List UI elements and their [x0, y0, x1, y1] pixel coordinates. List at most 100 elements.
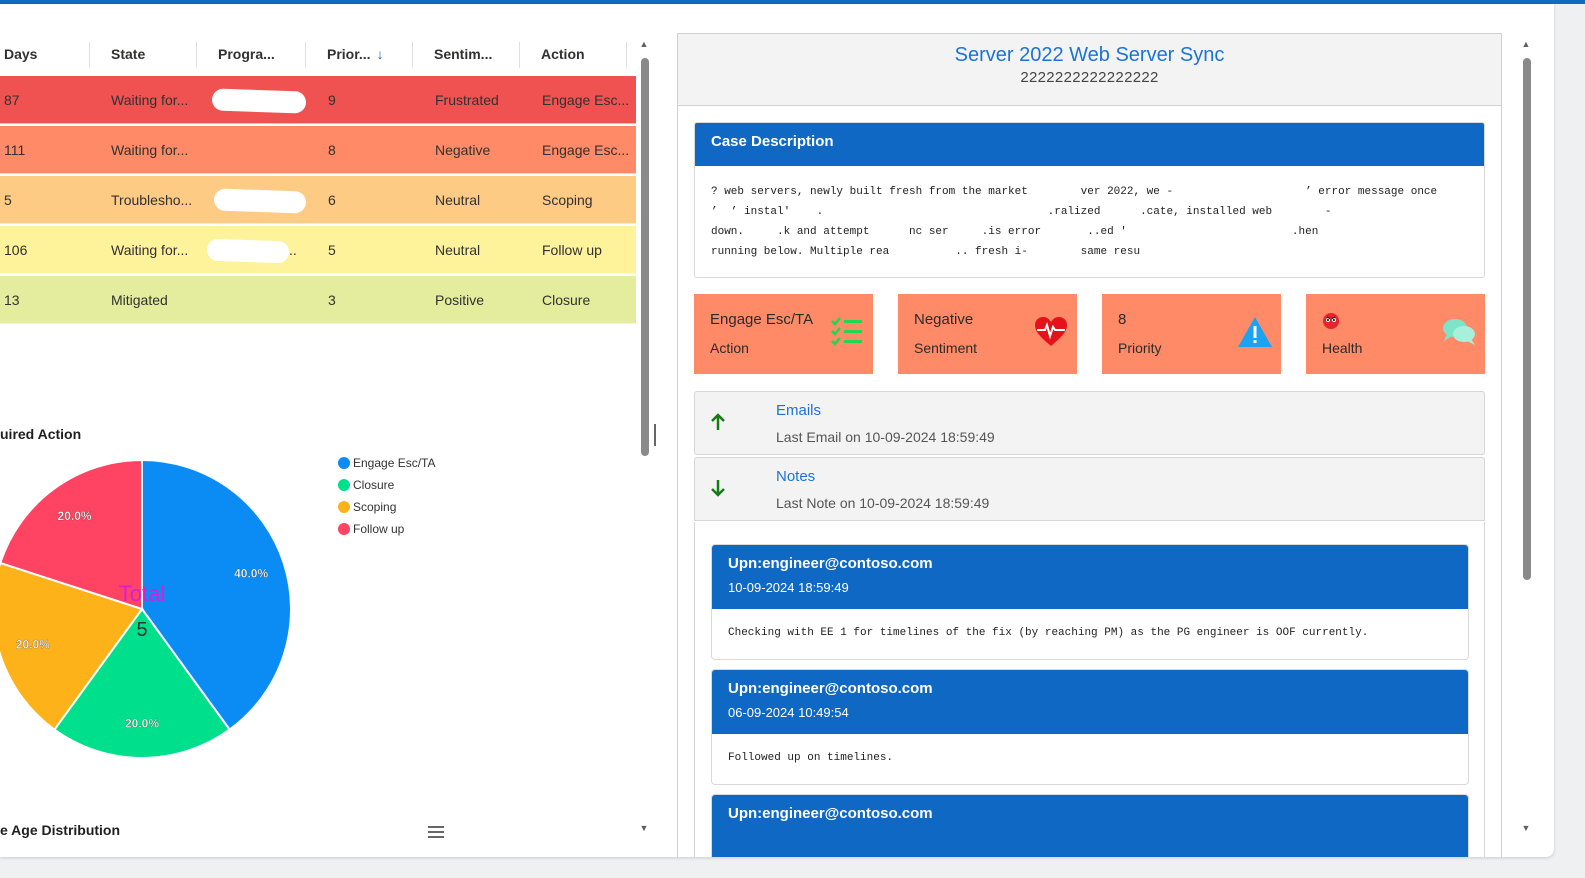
- note-header: Upn:engineer@contoso.com: [712, 795, 1468, 857]
- cell-state: Waiting for...: [111, 142, 189, 158]
- column-header-priority-label: Prior...: [327, 46, 371, 62]
- tile-label: Action: [710, 340, 749, 356]
- emails-last-date: Last Email on 10-09-2024 18:59:49: [776, 429, 995, 445]
- cell-days: 5: [4, 192, 12, 208]
- tile-value: 8: [1118, 311, 1127, 328]
- emails-accordion[interactable]: Emails Last Email on 10-09-2024 18:59:49: [694, 391, 1485, 455]
- notes-last-date: Last Note on 10-09-2024 18:59:49: [776, 495, 990, 511]
- description-line: down. .k and attempt nc ser .is error ..…: [711, 226, 1319, 238]
- left-pane-scrollbar[interactable]: ▲ ▼: [638, 38, 650, 834]
- column-divider[interactable]: [412, 42, 413, 68]
- table-row[interactable]: 5 Troublesho... 6 Neutral Scoping: [0, 176, 636, 224]
- legend-item-engage-esc-ta[interactable]: Engage Esc/TA: [338, 452, 436, 474]
- note-header: Upn:engineer@contoso.com 06-09-2024 10:4…: [712, 670, 1468, 734]
- emails-title[interactable]: Emails: [776, 402, 821, 419]
- notes-title[interactable]: Notes: [776, 468, 815, 485]
- table-row[interactable]: 111 Waiting for... 8 Negative Engage Esc…: [0, 126, 636, 174]
- action-tile: Engage Esc/TA Action: [694, 294, 873, 374]
- table-row[interactable]: 87 Waiting for... 9 Frustrated Engage Es…: [0, 76, 636, 124]
- grid-header: Days State Progra... Prior... ↓ Sentim...…: [0, 34, 636, 78]
- description-line: ’ ’ instal' . .ralized .cate, installed …: [711, 206, 1332, 218]
- scroll-up-icon[interactable]: ▲: [638, 38, 650, 50]
- note-author: Upn:engineer@contoso.com: [728, 555, 933, 572]
- legend-swatch: [338, 457, 350, 469]
- pie-data-label: 20.0%: [58, 509, 92, 523]
- pie-data-label: 40.0%: [234, 567, 268, 581]
- column-header-priority[interactable]: Prior... ↓: [327, 34, 384, 78]
- cell-sentiment: Neutral: [435, 192, 481, 208]
- cell-priority: 5: [328, 242, 336, 258]
- column-header-state[interactable]: State: [111, 34, 145, 78]
- column-divider[interactable]: [305, 42, 306, 68]
- cell-sentiment: Neutral: [435, 242, 481, 258]
- cell-action: Scoping: [542, 192, 593, 208]
- notes-list: Upn:engineer@contoso.com 10-09-2024 18:5…: [694, 522, 1485, 857]
- cell-days: 87: [4, 92, 20, 108]
- scroll-down-icon[interactable]: ▼: [638, 822, 650, 834]
- legend-item-follow-up[interactable]: Follow up: [338, 518, 436, 540]
- legend-item-closure[interactable]: Closure: [338, 474, 436, 496]
- note-card: Upn:engineer@contoso.com: [711, 794, 1469, 857]
- column-divider[interactable]: [519, 42, 520, 68]
- chat-bubbles-icon: [1443, 319, 1475, 345]
- cell-state: Mitigated: [111, 292, 168, 308]
- legend-label: Closure: [353, 478, 395, 492]
- legend-label: Engage Esc/TA: [353, 456, 436, 470]
- column-header-sentiment[interactable]: Sentim...: [434, 34, 492, 78]
- cell-state: Waiting for...: [111, 242, 189, 258]
- cell-sentiment: Frustrated: [435, 92, 499, 108]
- note-card: Upn:engineer@contoso.com 10-09-2024 18:5…: [711, 544, 1469, 660]
- cell-action: Closure: [542, 292, 591, 308]
- scrollbar-thumb[interactable]: [1523, 58, 1531, 580]
- legend-swatch: [338, 501, 350, 513]
- column-header-days[interactable]: Days: [4, 34, 37, 78]
- note-author: Upn:engineer@contoso.com: [728, 680, 933, 697]
- cell-action: Follow up: [542, 242, 602, 258]
- redaction-mark: [213, 188, 307, 214]
- notes-accordion[interactable]: Notes Last Note on 10-09-2024 18:59:49: [694, 457, 1485, 521]
- cell-priority: 3: [328, 292, 336, 308]
- pane-splitter-handle[interactable]: [654, 424, 656, 446]
- cell-state: Troublesho...: [111, 192, 193, 208]
- note-header: Upn:engineer@contoso.com 10-09-2024 18:5…: [712, 545, 1468, 609]
- table-row[interactable]: 13 Mitigated 3 Positive Closure: [0, 276, 636, 324]
- table-row[interactable]: 106 Waiting for... .. 5 Neutral Follow u…: [0, 226, 636, 274]
- health-tile: Health: [1306, 294, 1485, 374]
- column-divider[interactable]: [89, 42, 90, 68]
- pie-data-label: 20.0%: [16, 637, 50, 651]
- column-divider[interactable]: [196, 42, 197, 68]
- case-id: 2222222222222222: [1020, 69, 1159, 86]
- arrow-down-icon: ↓: [376, 46, 384, 62]
- case-description-card: Case Description ? web servers, newly bu…: [694, 122, 1485, 278]
- detail-pane-scrollbar[interactable]: ▲ ▼: [1520, 38, 1532, 834]
- chart-menu-icon[interactable]: [428, 826, 444, 838]
- tile-value: Negative: [914, 311, 974, 328]
- case-list-pane: Days State Progra... Prior... ↓ Sentim...…: [0, 4, 636, 857]
- tile-label: Sentiment: [914, 340, 978, 356]
- legend-item-scoping[interactable]: Scoping: [338, 496, 436, 518]
- cell-state: Waiting for...: [111, 92, 189, 108]
- column-header-program[interactable]: Progra...: [218, 34, 275, 78]
- scrollbar-thumb[interactable]: [641, 58, 649, 456]
- note-body: Checking with EE 1 for timelines of the …: [728, 627, 1369, 639]
- column-divider[interactable]: [626, 42, 627, 68]
- cell-sentiment: Positive: [435, 292, 485, 308]
- required-action-pie-chart: 40.0% 20.0% 20.0% 20.0% Total 5: [0, 458, 292, 759]
- pie-data-label: 20.0%: [125, 717, 159, 731]
- priority-tile: 8 Priority: [1102, 294, 1281, 374]
- note-date: 06-09-2024 10:49:54: [728, 705, 849, 720]
- case-description-header: Case Description: [695, 123, 1484, 166]
- cell-days: 111: [4, 142, 26, 158]
- tile-label: Health: [1322, 340, 1363, 356]
- cell-program: ..: [289, 242, 297, 258]
- note-body: Followed up on timelines.: [728, 752, 894, 764]
- case-header: Server 2022 Web Server Sync 222222222222…: [678, 34, 1501, 106]
- pie-center-label: Total: [119, 581, 165, 606]
- scroll-down-icon[interactable]: ▼: [1520, 822, 1532, 834]
- column-header-action[interactable]: Action: [541, 34, 585, 78]
- case-description-text: ? web servers, newly built fresh from th…: [695, 166, 1484, 262]
- scroll-up-icon[interactable]: ▲: [1520, 38, 1532, 50]
- redaction-mark: [211, 88, 307, 114]
- legend-label: Follow up: [353, 522, 405, 536]
- cell-days: 106: [4, 242, 28, 258]
